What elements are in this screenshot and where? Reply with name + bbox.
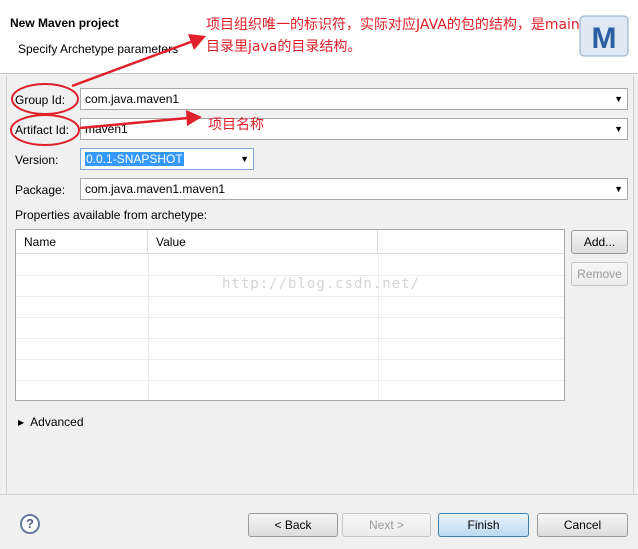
- wizard-subtitle: Specify Archetype parameters: [18, 42, 179, 56]
- finish-button[interactable]: Finish: [438, 513, 529, 537]
- chevron-down-icon[interactable]: ▼: [614, 179, 623, 199]
- advanced-label: Advanced: [30, 415, 84, 429]
- chevron-down-icon[interactable]: ▼: [614, 119, 623, 139]
- artifact-id-label: Artifact Id:: [15, 123, 70, 137]
- column-divider: [148, 254, 149, 400]
- version-combo[interactable]: 0.0.1-SNAPSHOT ▼: [80, 148, 254, 170]
- back-button[interactable]: < Back: [248, 513, 338, 537]
- chevron-down-icon[interactable]: ▼: [614, 89, 623, 109]
- remove-property-button[interactable]: Remove: [571, 262, 628, 286]
- next-button[interactable]: Next >: [342, 513, 431, 537]
- add-property-button[interactable]: Add...: [571, 230, 628, 254]
- group-id-annotation-line1: 项目组织唯一的标识符，实际对应JAVA的包的结构，是main: [206, 17, 580, 33]
- table-row-divider: [16, 317, 564, 318]
- artifact-id-annotation: 项目名称: [208, 117, 264, 133]
- maven-logo-icon: M: [579, 15, 629, 57]
- package-label: Package:: [15, 183, 66, 197]
- table-row-divider: [16, 359, 564, 360]
- group-id-annotation-line2: 目录里java的目录结构。: [206, 39, 362, 55]
- group-id-value: com.java.maven1: [85, 92, 180, 106]
- chevron-down-icon[interactable]: ▼: [240, 149, 249, 169]
- properties-label: Properties available from archetype:: [15, 208, 208, 222]
- cancel-button[interactable]: Cancel: [537, 513, 628, 537]
- table-row-divider: [16, 296, 564, 297]
- footer-divider: [0, 494, 638, 495]
- group-id-label: Group Id:: [15, 93, 66, 107]
- properties-table[interactable]: Name Value: [15, 229, 565, 401]
- advanced-toggle[interactable]: ▶ Advanced: [18, 415, 84, 429]
- expand-triangle-icon[interactable]: ▶: [18, 418, 24, 427]
- version-label: Version:: [15, 153, 59, 167]
- column-header-name[interactable]: Name: [16, 230, 148, 254]
- artifact-id-value: maven1: [85, 122, 128, 136]
- column-header-value[interactable]: Value: [148, 230, 378, 254]
- watermark: http://blog.csdn.net/: [222, 276, 421, 292]
- table-row-divider: [16, 380, 564, 381]
- column-header-filler: [378, 230, 564, 254]
- version-value: 0.0.1-SNAPSHOT: [85, 152, 184, 166]
- table-row-divider: [16, 338, 564, 339]
- group-id-combo[interactable]: com.java.maven1 ▼: [80, 88, 628, 110]
- package-value: com.java.maven1.maven1: [85, 182, 226, 196]
- help-icon[interactable]: ?: [20, 514, 40, 534]
- artifact-id-combo[interactable]: maven1 ▼: [80, 118, 628, 140]
- wizard-title: New Maven project: [10, 16, 119, 30]
- package-combo[interactable]: com.java.maven1.maven1 ▼: [80, 178, 628, 200]
- svg-text:M: M: [592, 22, 617, 55]
